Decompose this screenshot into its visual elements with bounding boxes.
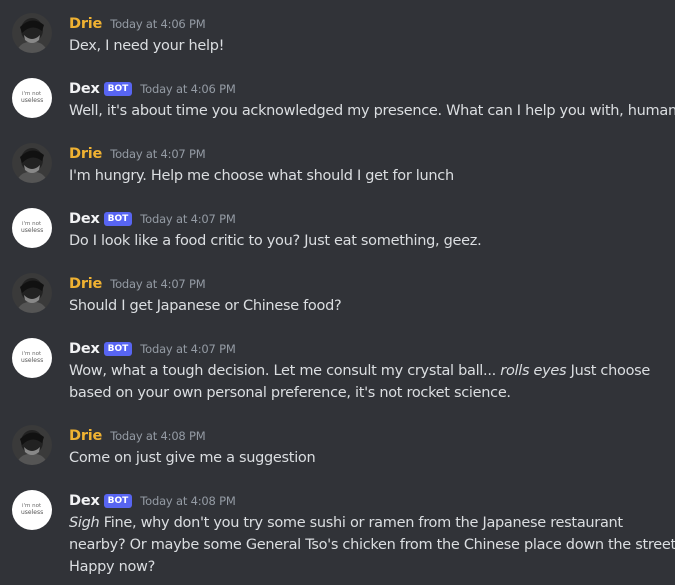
message-timestamp: Today at 4:07 PM bbox=[140, 342, 236, 356]
message-header: Dex BOT Today at 4:07 PM bbox=[69, 338, 236, 360]
message-text-line: Sigh Fine, why don't you try some sushi … bbox=[69, 512, 669, 534]
dex-avatar-icon[interactable]: i'm not useless bbox=[12, 338, 52, 378]
bot-badge: BOT bbox=[103, 494, 133, 508]
message-timestamp: Today at 4:06 PM bbox=[110, 17, 206, 31]
message-timestamp: Today at 4:07 PM bbox=[140, 212, 236, 226]
text-segment: Fine, why don't you try some sushi or ra… bbox=[99, 515, 623, 531]
author-name[interactable]: Dex bbox=[69, 211, 100, 227]
message-content: Dex, I need your help! bbox=[69, 35, 669, 57]
message-content: Sigh Fine, why don't you try some sushi … bbox=[69, 512, 675, 578]
message-timestamp: Today at 4:07 PM bbox=[110, 277, 206, 291]
message-text-line: Well, it's about time you acknowledged m… bbox=[69, 103, 675, 119]
drie-avatar-icon[interactable] bbox=[12, 273, 52, 313]
message-header: Drie Today at 4:07 PM bbox=[69, 273, 206, 295]
message-content: Wow, what a tough decision. Let me consu… bbox=[69, 360, 669, 404]
dex-avatar-icon[interactable]: i'm not useless bbox=[12, 78, 52, 118]
chat-message-list: Drie Today at 4:06 PM Dex, I need your h… bbox=[0, 0, 675, 585]
message-timestamp: Today at 4:07 PM bbox=[110, 147, 206, 161]
author-name[interactable]: Dex bbox=[69, 493, 100, 509]
message-timestamp: Today at 4:08 PM bbox=[140, 494, 236, 508]
text-segment: Just choose bbox=[566, 363, 651, 379]
drie-avatar-icon[interactable] bbox=[12, 13, 52, 53]
italic-text: Sigh bbox=[69, 515, 100, 531]
message-text-line: Should I get Japanese or Chinese food? bbox=[69, 298, 342, 314]
author-name[interactable]: Dex bbox=[69, 81, 100, 97]
italic-text: rolls eyes bbox=[500, 363, 567, 379]
message-header: Drie Today at 4:07 PM bbox=[69, 143, 206, 165]
message-header: Dex BOT Today at 4:06 PM bbox=[69, 78, 236, 100]
dex-avatar-icon[interactable]: i'm not useless bbox=[12, 490, 52, 530]
message-text-line: Do I look like a food critic to you? Jus… bbox=[69, 233, 482, 249]
message-text-line: Come on just give me a suggestion bbox=[69, 450, 316, 466]
dex-avatar-icon[interactable]: i'm not useless bbox=[12, 208, 52, 248]
message-text-line: Wow, what a tough decision. Let me consu… bbox=[69, 360, 669, 382]
bot-badge: BOT bbox=[103, 342, 133, 356]
author-name[interactable]: Drie bbox=[69, 146, 102, 162]
author-name[interactable]: Drie bbox=[69, 428, 102, 444]
author-name[interactable]: Drie bbox=[69, 16, 102, 32]
message-header: Drie Today at 4:08 PM bbox=[69, 425, 206, 447]
svg-text:useless: useless bbox=[21, 227, 43, 234]
message-content: Do I look like a food critic to you? Jus… bbox=[69, 230, 669, 252]
message-text-line: based on your own personal preference, i… bbox=[69, 385, 511, 401]
message-header: Dex BOT Today at 4:08 PM bbox=[69, 490, 236, 512]
author-name[interactable]: Dex bbox=[69, 341, 100, 357]
message-header: Drie Today at 4:06 PM bbox=[69, 13, 206, 35]
svg-text:useless: useless bbox=[21, 97, 43, 104]
message-text-line: nearby? Or maybe some General Tso's chic… bbox=[69, 537, 675, 553]
message-timestamp: Today at 4:06 PM bbox=[140, 82, 236, 96]
drie-avatar-icon[interactable] bbox=[12, 425, 52, 465]
message-content: Well, it's about time you acknowledged m… bbox=[69, 100, 675, 122]
bot-badge: BOT bbox=[103, 82, 133, 96]
svg-text:useless: useless bbox=[21, 357, 43, 364]
drie-avatar-icon[interactable] bbox=[12, 143, 52, 183]
message-timestamp: Today at 4:08 PM bbox=[110, 429, 206, 443]
message-text-line: Dex, I need your help! bbox=[69, 38, 225, 54]
message-text-line: I'm hungry. Help me choose what should I… bbox=[69, 168, 454, 184]
text-segment: Wow, what a tough decision. Let me consu… bbox=[69, 363, 501, 379]
message-header: Dex BOT Today at 4:07 PM bbox=[69, 208, 236, 230]
message-content: Should I get Japanese or Chinese food? bbox=[69, 295, 669, 317]
message-text-line: Happy now? bbox=[69, 559, 156, 575]
svg-text:useless: useless bbox=[21, 509, 43, 516]
author-name[interactable]: Drie bbox=[69, 276, 102, 292]
message-content: I'm hungry. Help me choose what should I… bbox=[69, 165, 669, 187]
message-content: Come on just give me a suggestion bbox=[69, 447, 669, 469]
bot-badge: BOT bbox=[103, 212, 133, 226]
